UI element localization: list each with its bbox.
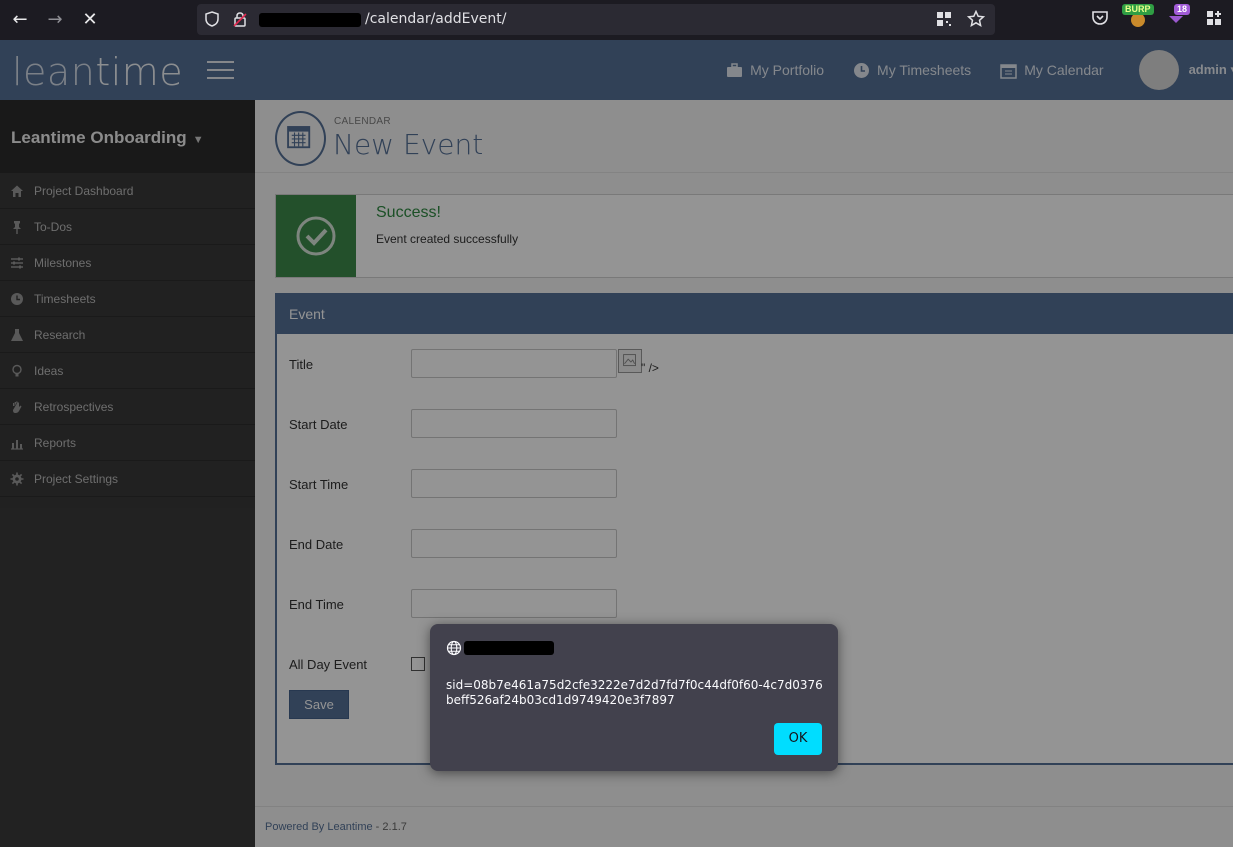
url-path: /calendar/addEvent/ [365,11,507,27]
address-bar[interactable]: /calendar/addEvent/ [197,4,995,35]
back-arrow-icon[interactable]: ← [8,8,32,32]
redacted-host [259,13,361,27]
pocket-icon[interactable] [1090,8,1110,28]
burp-extension-icon[interactable]: BURP [1122,4,1154,28]
alert-dialog: sid=08b7e461a75d2cfe3222e7d2d7fd7f0c44df… [430,624,838,771]
notification-count-badge: 18 [1174,4,1191,15]
redacted-origin [464,641,554,655]
forward-arrow-icon[interactable]: → [43,8,67,32]
stop-loading-icon[interactable]: ✕ [78,8,102,32]
dialog-message: sid=08b7e461a75d2cfe3222e7d2d7fd7f0c44df… [446,678,823,707]
browser-toolbar: ← → ✕ /calendar/addEvent/ BURP 18 [0,0,1233,40]
bookmark-star-icon[interactable] [967,10,985,28]
extension-notification-icon[interactable]: 18 [1166,4,1191,28]
extensions-puzzle-icon[interactable] [1204,8,1224,28]
burp-badge: BURP [1122,4,1154,15]
insecure-lock-icon[interactable] [233,11,247,27]
shield-icon[interactable] [205,11,219,27]
qr-code-icon[interactable] [935,10,953,28]
ok-button[interactable]: OK [774,723,822,755]
globe-icon [446,640,462,656]
